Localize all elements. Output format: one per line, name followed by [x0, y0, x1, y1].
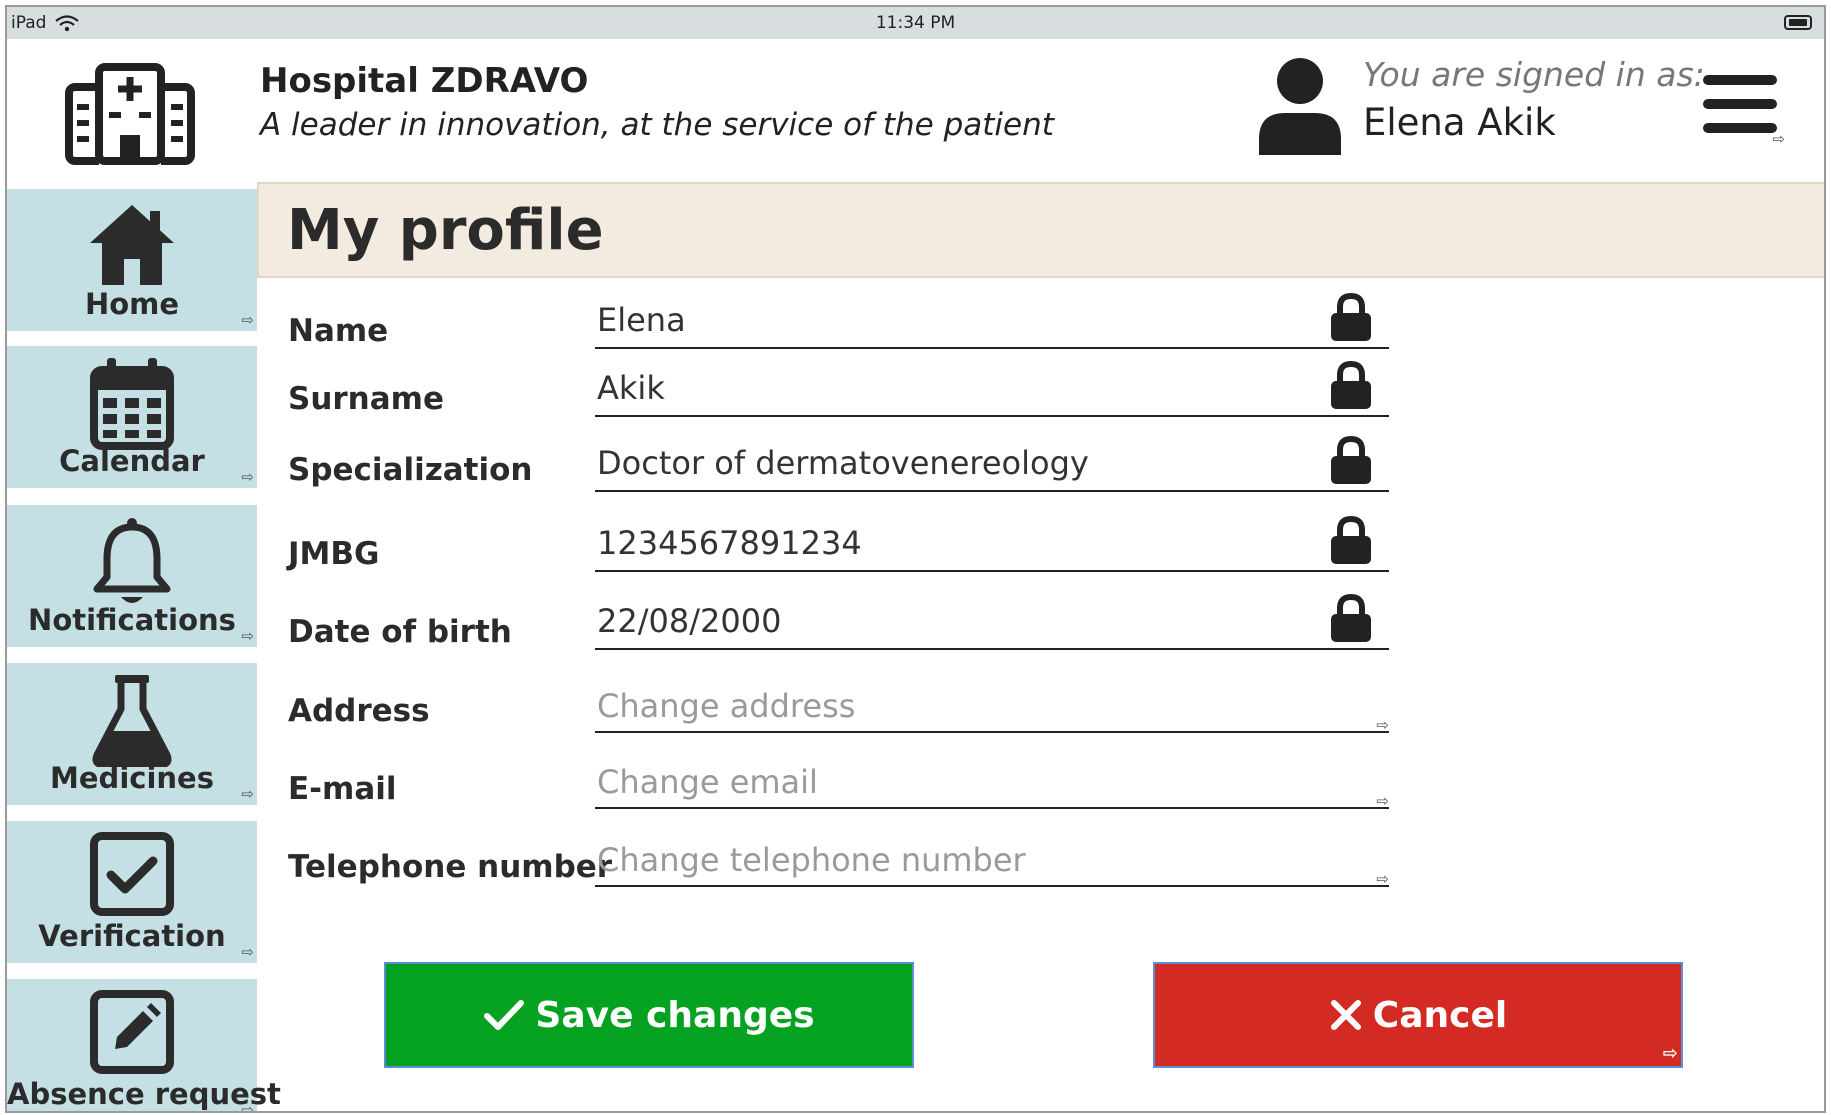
home-icon — [90, 205, 174, 285]
email-field: ⇨ — [595, 757, 1389, 809]
hamburger-menu-button[interactable]: ⇨ — [1697, 67, 1787, 147]
checkbox-icon — [90, 832, 174, 916]
lock-icon — [1331, 293, 1371, 341]
cancel-label: Cancel — [1372, 994, 1508, 1036]
signed-in-user: Elena Akik — [1363, 101, 1556, 144]
lock-icon — [1331, 361, 1371, 409]
page-title: My profile — [287, 198, 604, 263]
surname-value: Akik — [597, 369, 665, 407]
link-arrow-icon: ⇨ — [241, 627, 254, 645]
telephone-input[interactable] — [595, 841, 1355, 879]
link-arrow-icon: ⇨ — [1662, 1043, 1678, 1064]
jmbg-label: JMBG — [288, 536, 380, 572]
app-header: Hospital ZDRAVO A leader in innovation, … — [7, 39, 1824, 189]
name-field: Elena — [595, 293, 1389, 349]
link-arrow-icon: ⇨ — [241, 468, 254, 486]
sidebar-item-label: Calendar — [59, 444, 205, 478]
save-changes-label: Save changes — [535, 994, 815, 1036]
jmbg-value: 1234567891234 — [597, 524, 862, 562]
link-arrow-icon: ⇨ — [1376, 792, 1389, 810]
surname-field: Akik — [595, 361, 1389, 417]
lock-icon — [1331, 516, 1371, 564]
name-value: Elena — [597, 301, 686, 339]
lock-icon — [1331, 436, 1371, 484]
telephone-field: ⇨ — [595, 835, 1389, 887]
date-of-birth-value: 22/08/2000 — [597, 602, 782, 640]
address-field: ⇨ — [595, 681, 1389, 733]
link-arrow-icon: ⇨ — [241, 943, 254, 961]
sidebar-item-label: Absence request — [7, 1077, 281, 1111]
link-arrow-icon: ⇨ — [241, 1101, 254, 1113]
hospital-name: Hospital ZDRAVO — [260, 61, 589, 101]
specialization-field: Doctor of dermatovenereology — [595, 436, 1389, 492]
flask-icon — [92, 675, 172, 767]
email-label: E-mail — [288, 771, 397, 807]
battery-icon — [1784, 15, 1812, 30]
ipad-frame: iPad 11:34 PM Hospital ZDRAVO A leader i… — [5, 5, 1826, 1113]
lock-icon — [1331, 594, 1371, 642]
calendar-icon — [90, 358, 174, 450]
sidebar-item-label: Notifications — [28, 603, 236, 637]
user-avatar-icon — [1259, 58, 1341, 155]
hospital-logo-icon — [65, 63, 195, 165]
link-arrow-icon: ⇨ — [241, 311, 254, 329]
date-of-birth-field: 22/08/2000 — [595, 594, 1389, 650]
sidebar-item-verification[interactable]: Verification ⇨ — [7, 821, 257, 963]
sidebar-item-label: Verification — [38, 919, 226, 953]
status-time: 11:34 PM — [875, 13, 956, 33]
name-label: Name — [288, 313, 389, 349]
signed-in-label: You are signed in as: — [1363, 55, 1705, 94]
address-input[interactable] — [595, 687, 1355, 725]
link-arrow-icon: ⇨ — [241, 785, 254, 803]
page-title-bar: My profile — [257, 182, 1824, 278]
link-arrow-icon: ⇨ — [1376, 870, 1389, 888]
jmbg-field: 1234567891234 — [595, 516, 1389, 572]
sidebar-item-absence-request[interactable]: Absence request ⇨ — [7, 979, 281, 1113]
sidebar-item-notifications[interactable]: Notifications ⇨ — [7, 505, 257, 647]
specialization-value: Doctor of dermatovenereology — [597, 444, 1089, 482]
email-input[interactable] — [595, 763, 1355, 801]
edit-icon — [90, 990, 174, 1074]
link-arrow-icon: ⇨ — [1772, 130, 1785, 148]
surname-label: Surname — [288, 381, 444, 417]
link-arrow-icon: ⇨ — [1376, 716, 1389, 734]
specialization-label: Specialization — [288, 452, 533, 488]
bell-icon — [93, 518, 171, 603]
close-icon — [1330, 1000, 1361, 1030]
address-label: Address — [288, 693, 430, 729]
sidebar-item-label: Home — [84, 287, 180, 321]
sidebar-item-calendar[interactable]: Calendar ⇨ — [7, 346, 257, 488]
sidebar-item-label: Medicines — [50, 761, 214, 795]
save-changes-button[interactable]: Save changes — [384, 962, 914, 1068]
sidebar-item-medicines[interactable]: Medicines ⇨ — [7, 663, 257, 805]
hospital-tagline: A leader in innovation, at the service o… — [260, 107, 1054, 143]
menu-icon — [1703, 75, 1777, 85]
check-icon — [484, 1000, 525, 1030]
sidebar-item-home[interactable]: Home ⇨ — [7, 189, 257, 331]
cancel-button[interactable]: Cancel ⇨ — [1153, 962, 1683, 1068]
date-of-birth-label: Date of birth — [288, 614, 512, 650]
status-bar: iPad 11:34 PM — [7, 7, 1824, 39]
telephone-label: Telephone number — [288, 849, 613, 885]
